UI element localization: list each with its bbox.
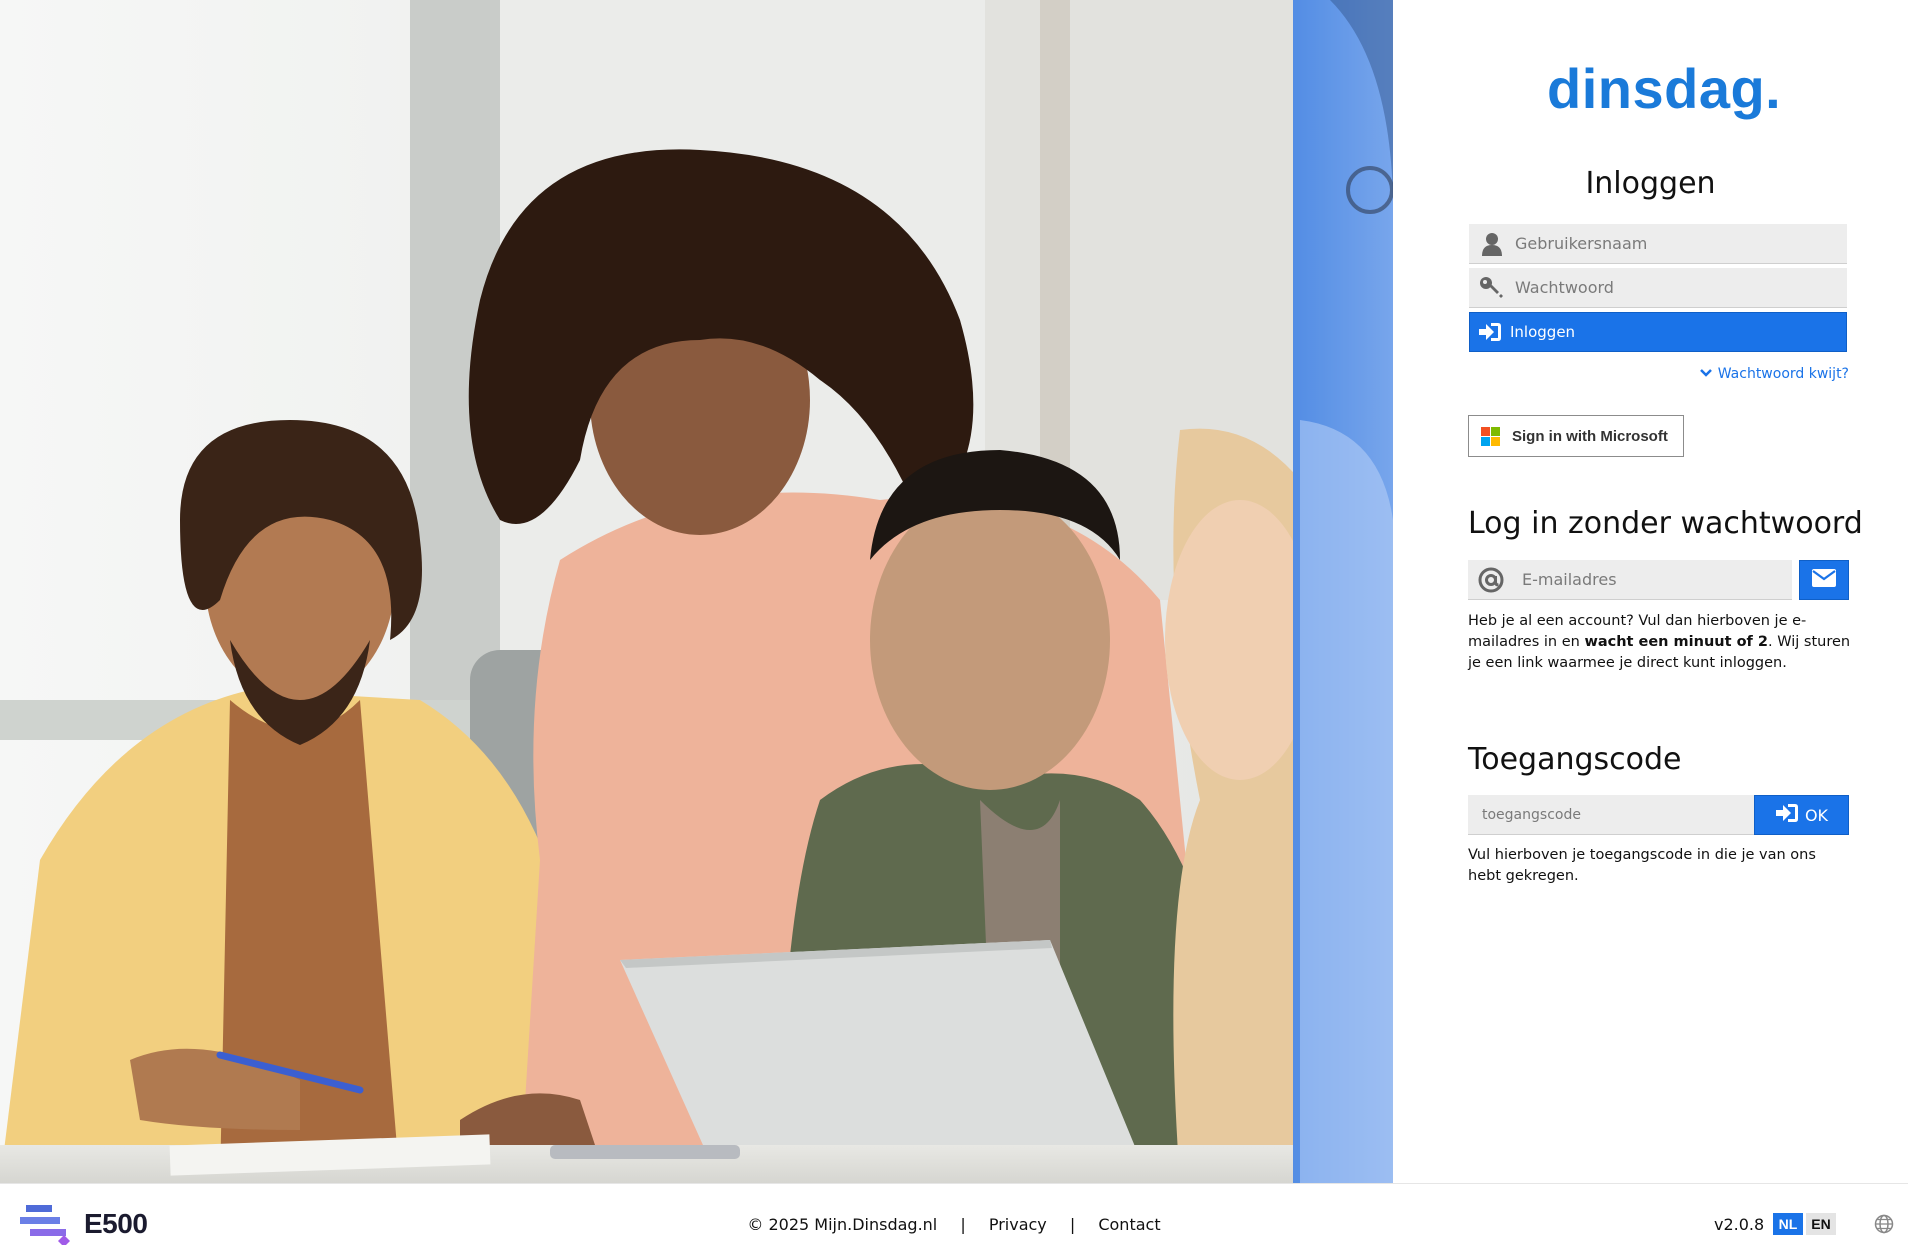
password-input[interactable] [1515, 268, 1847, 307]
access-code-ok-button[interactable]: OK [1754, 795, 1849, 835]
username-input[interactable] [1515, 224, 1847, 263]
envelope-icon [1811, 568, 1837, 592]
microsoft-signin-button[interactable]: Sign in with Microsoft [1468, 415, 1684, 457]
copyright-text: © 2025 Mijn.Dinsdag.nl [747, 1215, 938, 1234]
contact-link[interactable]: Contact [1098, 1215, 1160, 1234]
footer-separator: | [960, 1215, 966, 1234]
at-icon [1468, 560, 1514, 600]
user-icon [1469, 224, 1515, 264]
access-code-ok-label: OK [1804, 805, 1829, 825]
footer: E500 © 2025 Mijn.Dinsdag.nl | Privacy | … [0, 1183, 1908, 1253]
email-field-wrapper [1468, 560, 1792, 600]
password-field-wrapper [1469, 268, 1847, 308]
hero-illustration [0, 0, 1393, 1183]
microsoft-signin-label: Sign in with Microsoft [1512, 427, 1668, 445]
footer-links: © 2025 Mijn.Dinsdag.nl | Privacy | Conta… [0, 1215, 1908, 1234]
version-label: v2.0.8 [1714, 1215, 1765, 1234]
forgot-password-label: Wachtwoord kwijt? [1717, 366, 1849, 382]
footer-separator: | [1069, 1215, 1076, 1234]
language-nl-button[interactable]: NL [1773, 1213, 1803, 1235]
sign-in-icon [1470, 321, 1510, 343]
access-code-title: Toegangscode [1468, 742, 1682, 777]
language-en-button[interactable]: EN [1806, 1213, 1836, 1235]
passwordless-help-text: Heb je al een account? Vul dan hierboven… [1468, 611, 1853, 674]
microsoft-logo-icon [1481, 426, 1500, 446]
forgot-password-link[interactable]: Wachtwoord kwijt? [1699, 366, 1849, 382]
dinsdag-logo: dinsdag. [1547, 57, 1782, 120]
hero-photo [0, 0, 1393, 1183]
email-input[interactable] [1514, 560, 1792, 599]
access-code-help-text: Vul hierboven je toegangscode in die je … [1468, 847, 1816, 884]
access-code-input[interactable] [1480, 805, 1754, 824]
send-email-link-button[interactable] [1799, 560, 1849, 600]
login-title: Inloggen [1585, 166, 1716, 201]
passwordless-help-bold: wacht een minuut of 2 [1584, 634, 1768, 650]
login-button-label: Inloggen [1510, 323, 1576, 341]
passwordless-title: Log in zonder wachtwoord [1468, 506, 1863, 541]
chevron-down-icon [1699, 366, 1712, 382]
login-button[interactable]: Inloggen [1469, 312, 1847, 352]
login-panel: dinsdag. Inloggen Inl [1393, 0, 1908, 1183]
username-field-wrapper [1469, 224, 1847, 264]
globe-icon[interactable] [1874, 1214, 1894, 1238]
key-icon [1469, 268, 1515, 308]
sign-in-icon [1775, 802, 1799, 828]
access-code-field-wrapper [1468, 795, 1754, 835]
privacy-link[interactable]: Privacy [989, 1215, 1047, 1234]
